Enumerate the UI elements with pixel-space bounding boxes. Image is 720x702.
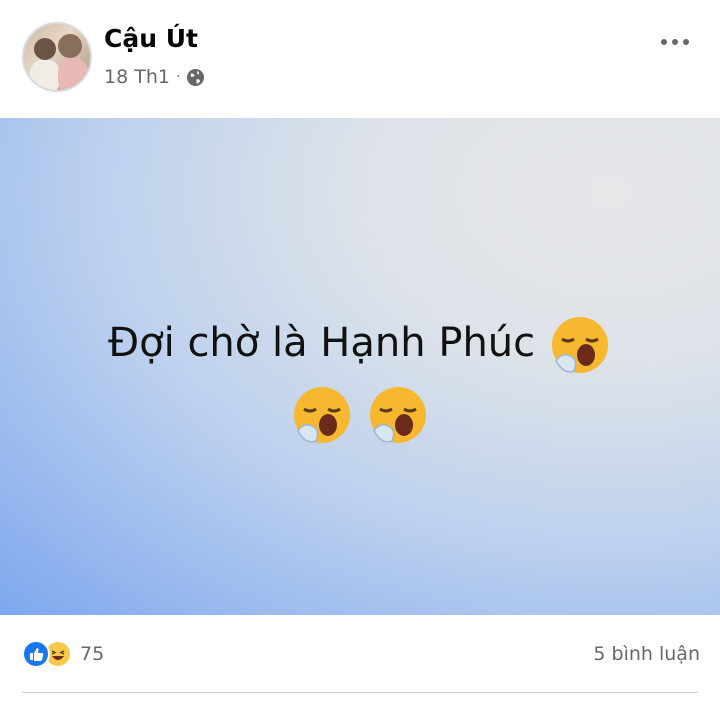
yawning-face-icon [293, 387, 350, 443]
globe-icon [187, 68, 205, 86]
divider [22, 692, 698, 693]
post-image-text: Đợi chờ là Hạnh Phúc [0, 308, 720, 448]
comments-count-link[interactable]: 5 bình luận [593, 643, 700, 665]
post-image[interactable]: Đợi chờ là Hạnh Phúc [0, 118, 720, 615]
like-icon [22, 640, 50, 668]
yawning-face-icon [370, 387, 427, 443]
yawning-face-icon [551, 317, 608, 373]
post-date[interactable]: 18 Th1 [104, 66, 170, 88]
reactions-summary[interactable]: 75 [22, 640, 104, 668]
post-image-caption: Đợi chờ là Hạnh Phúc [108, 320, 536, 366]
author-name[interactable]: Cậu Út [104, 24, 198, 53]
post-header: Cậu Út 18 Th1 · [0, 0, 720, 118]
post-meta: 18 Th1 · [104, 66, 205, 88]
reaction-count: 75 [80, 643, 105, 665]
avatar[interactable] [22, 22, 92, 92]
more-horizontal-icon[interactable] [660, 24, 690, 54]
meta-separator: · [175, 69, 181, 85]
